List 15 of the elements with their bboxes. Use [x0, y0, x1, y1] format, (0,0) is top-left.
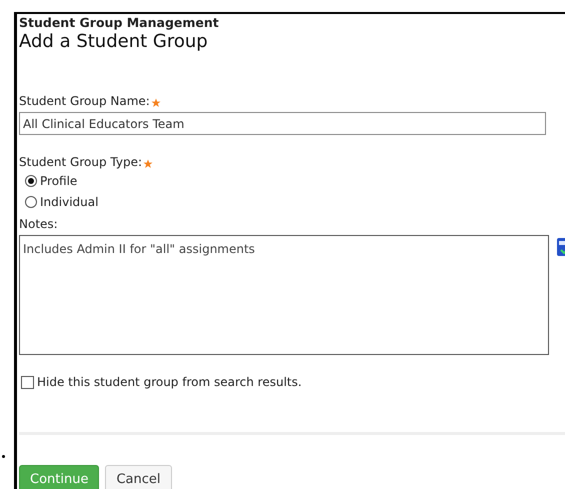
field-label: Student Group Type: — [19, 155, 142, 170]
checkbox-label: Hide this student group from search results. — [37, 374, 302, 391]
page-title: Add a Student Group — [19, 30, 209, 54]
radio-button[interactable] — [25, 196, 37, 208]
notes-textarea[interactable]: Includes Admin II for "all" assignments — [19, 235, 549, 355]
section-title: Student Group Management — [19, 16, 220, 30]
option-label: Individual — [40, 194, 98, 210]
field-label: Notes: — [19, 217, 58, 232]
option-label: Profile — [40, 172, 78, 190]
bullet-dot — [2, 455, 5, 458]
cancel-button[interactable]: Cancel — [105, 465, 172, 489]
checkbox[interactable] — [21, 376, 34, 388]
text-input[interactable]: All Clinical Educators Team — [19, 112, 546, 135]
radio-button[interactable] — [25, 174, 37, 186]
field-label: Student Group Name: — [19, 94, 150, 109]
